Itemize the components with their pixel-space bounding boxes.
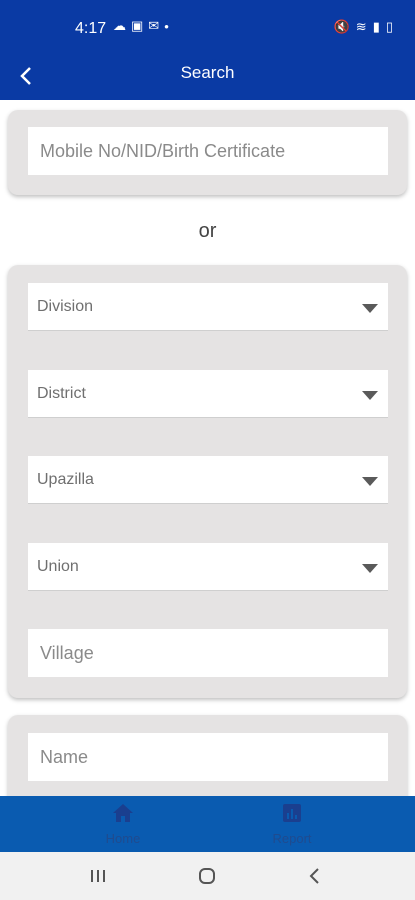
page-title: Search bbox=[180, 63, 235, 82]
division-select[interactable]: Division bbox=[28, 283, 388, 331]
calendar-icon: ▣ bbox=[131, 18, 144, 33]
home-system-button[interactable] bbox=[192, 864, 222, 888]
status-time: 4:17 bbox=[75, 20, 107, 37]
home-icon bbox=[113, 804, 133, 822]
search-card bbox=[8, 110, 412, 195]
filter-card: Division District Upazilla Union bbox=[8, 265, 412, 698]
nav-home-label: Home bbox=[105, 831, 141, 846]
cloud-icon: ☁ bbox=[113, 18, 126, 33]
union-label: Union bbox=[37, 558, 79, 575]
home-circle-icon bbox=[199, 868, 215, 884]
status-bar: 4:17 ☁ ▣ ✉ • 🔇 ≋ ▮ ▯ bbox=[0, 0, 415, 55]
name-field[interactable] bbox=[28, 733, 412, 781]
nav-report-label: Report bbox=[272, 831, 312, 846]
nav-report[interactable]: Report bbox=[232, 802, 352, 846]
mute-icon: 🔇 bbox=[333, 19, 350, 34]
system-nav-bar bbox=[0, 852, 415, 900]
signal-icon: ▮ bbox=[372, 19, 380, 34]
search-field[interactable] bbox=[28, 127, 412, 175]
union-select[interactable]: Union bbox=[28, 543, 388, 591]
battery-icon: ▯ bbox=[385, 19, 393, 34]
recent-apps-icon bbox=[91, 870, 105, 882]
dropdown-arrow-icon bbox=[362, 391, 378, 400]
bottom-nav: Home Report bbox=[0, 796, 415, 852]
district-select[interactable]: District bbox=[28, 370, 388, 418]
division-label: Division bbox=[37, 298, 94, 315]
name-input[interactable] bbox=[28, 733, 412, 781]
wifi-icon: ≋ bbox=[355, 19, 367, 34]
district-label: District bbox=[37, 385, 86, 402]
dropdown-arrow-icon bbox=[362, 564, 378, 573]
upazilla-label: Upazilla bbox=[37, 471, 94, 488]
back-chevron-icon bbox=[309, 868, 319, 884]
app-bar: Search bbox=[0, 55, 415, 100]
report-icon bbox=[283, 804, 301, 822]
or-separator: or bbox=[198, 220, 217, 242]
dot-icon: • bbox=[164, 18, 169, 34]
search-input[interactable] bbox=[28, 127, 412, 175]
nav-home[interactable]: Home bbox=[63, 802, 183, 846]
upazilla-select[interactable]: Upazilla bbox=[28, 456, 388, 504]
back-system-button[interactable] bbox=[300, 864, 330, 888]
mail-icon: ✉ bbox=[148, 18, 160, 33]
village-field[interactable] bbox=[28, 629, 412, 677]
village-input[interactable] bbox=[28, 629, 412, 677]
dropdown-arrow-icon bbox=[362, 304, 378, 313]
dropdown-arrow-icon bbox=[362, 477, 378, 486]
recent-apps-button[interactable] bbox=[83, 864, 113, 888]
